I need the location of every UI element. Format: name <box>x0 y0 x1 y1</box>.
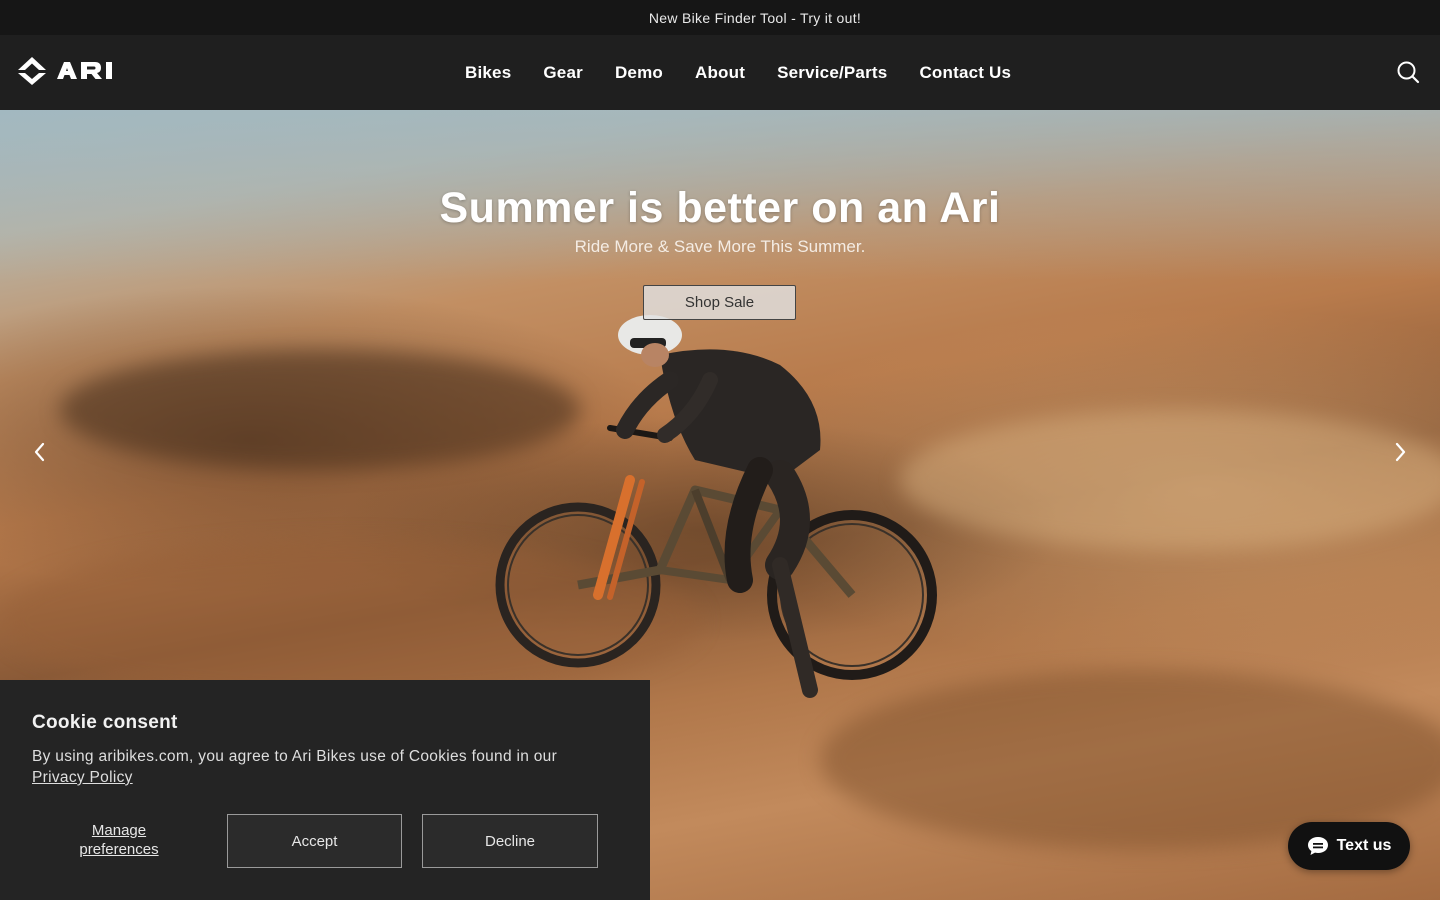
chevron-left-icon[interactable] <box>28 440 52 464</box>
hero-background-streak <box>900 410 1440 550</box>
text-us-label: Text us <box>1336 837 1392 854</box>
announcement-bar: New Bike Finder Tool - Try it out! <box>0 0 1440 35</box>
decline-button[interactable]: Decline <box>422 814 598 868</box>
site-header: Bikes Gear Demo About Service/Parts Cont… <box>0 35 1440 110</box>
chevron-right-icon[interactable] <box>1388 440 1412 464</box>
search-icon[interactable] <box>1396 60 1420 84</box>
nav-item-about[interactable]: About <box>679 63 761 83</box>
text-us-button[interactable]: Text us <box>1288 822 1410 870</box>
chat-bubble-icon <box>1307 837 1328 855</box>
cookie-title: Cookie consent <box>32 712 178 733</box>
ari-logo[interactable] <box>17 56 137 86</box>
nav-item-gear[interactable]: Gear <box>527 63 599 83</box>
nav-item-service-parts[interactable]: Service/Parts <box>761 63 903 83</box>
main-nav: Bikes Gear Demo About Service/Parts Cont… <box>449 35 1027 110</box>
hero-text-block: Summer is better on an Ari Ride More & S… <box>0 184 1440 257</box>
privacy-policy-link[interactable]: Privacy Policy <box>32 769 133 786</box>
cookie-consent-panel: Cookie consent By using aribikes.com, yo… <box>0 680 650 900</box>
cookie-body-text: By using aribikes.com, you agree to Ari … <box>32 748 558 765</box>
shop-sale-button[interactable]: Shop Sale <box>643 285 796 320</box>
accept-button[interactable]: Accept <box>227 814 402 868</box>
nav-item-demo[interactable]: Demo <box>599 63 679 83</box>
nav-item-bikes[interactable]: Bikes <box>449 63 527 83</box>
cookie-body: By using aribikes.com, you agree to Ari … <box>32 746 612 788</box>
hero-subtitle: Ride More & Save More This Summer. <box>574 237 866 256</box>
nav-item-contact-us[interactable]: Contact Us <box>903 63 1027 83</box>
announcement-link[interactable]: New Bike Finder Tool - Try it out! <box>649 10 861 26</box>
ari-logo-icon <box>18 57 112 85</box>
manage-preferences-link[interactable]: Manage preferences <box>56 821 182 859</box>
hero-title: Summer is better on an Ari <box>439 184 1001 232</box>
